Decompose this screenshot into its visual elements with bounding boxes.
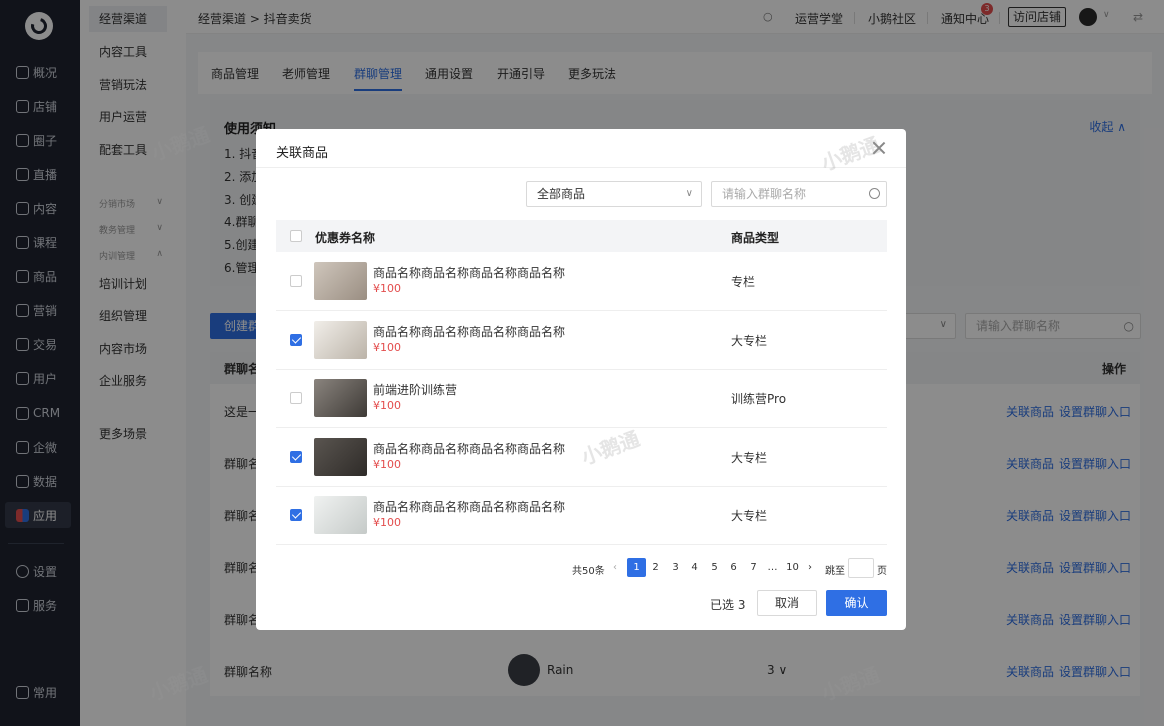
row-checkbox[interactable] [290, 451, 302, 463]
goods-name: 前端进阶训练营 [373, 383, 458, 397]
goods-filter-select[interactable]: 全部商品 ∨ [526, 181, 702, 207]
pagination: 共50条 ‹ 1 2 3 4 5 6 7 … 10 › 跳至 页 [572, 558, 892, 578]
select-all-checkbox[interactable] [290, 230, 302, 242]
row-checkbox[interactable] [290, 334, 302, 346]
page-5[interactable]: 5 [705, 558, 724, 577]
column-coupon-name: 优惠券名称 [315, 231, 376, 245]
table-row: 前端进阶训练营 ¥100 训练营Pro [276, 369, 887, 428]
column-goods-type: 商品类型 [731, 231, 780, 245]
goods-type: 专栏 [731, 275, 756, 289]
jump-page-input[interactable] [848, 558, 874, 578]
goods-thumbnail [314, 438, 367, 476]
goods-name: 商品名称商品名称商品名称商品名称 [373, 325, 566, 339]
goods-price: ¥100 [373, 341, 401, 354]
page-2[interactable]: 2 [646, 558, 665, 577]
goods-price: ¥100 [373, 282, 401, 295]
row-checkbox[interactable] [290, 392, 302, 404]
selected-count: 已选 3 [710, 598, 746, 612]
goods-thumbnail [314, 379, 367, 417]
goods-type: 训练营Pro [731, 392, 787, 406]
page-6[interactable]: 6 [724, 558, 743, 577]
total-count: 共50条 [572, 566, 605, 577]
page-3[interactable]: 3 [666, 558, 685, 577]
prev-page-icon[interactable]: ‹ [613, 562, 617, 573]
table-row: 商品名称商品名称商品名称商品名称 ¥100 专栏 [276, 252, 887, 311]
row-checkbox[interactable] [290, 275, 302, 287]
link-goods-modal: 关联商品 全部商品 ∨ 请输入群聊名称 优惠券名称 商品类型 商品名称商品名称商品… [256, 129, 906, 630]
modal-search-input[interactable]: 请输入群聊名称 [711, 181, 887, 207]
goods-name: 商品名称商品名称商品名称商品名称 [373, 500, 566, 514]
modal-title: 关联商品 [276, 146, 329, 161]
goods-type: 大专栏 [731, 509, 768, 523]
page-4[interactable]: 4 [685, 558, 704, 577]
goods-name: 商品名称商品名称商品名称商品名称 [373, 266, 566, 280]
cancel-button[interactable]: 取消 [757, 590, 817, 616]
search-icon [869, 188, 880, 199]
goods-price: ¥100 [373, 399, 401, 412]
table-row: 商品名称商品名称商品名称商品名称 ¥100 大专栏 [276, 486, 887, 545]
confirm-button[interactable]: 确认 [826, 590, 887, 616]
table-row: 商品名称商品名称商品名称商品名称 ¥100 大专栏 [276, 311, 887, 370]
goods-thumbnail [314, 321, 367, 359]
goods-name: 商品名称商品名称商品名称商品名称 [373, 442, 566, 456]
modal-table-header: 优惠券名称 商品类型 [276, 220, 887, 252]
goods-type: 大专栏 [731, 451, 768, 465]
page-unit: 页 [877, 566, 887, 577]
goods-type: 大专栏 [731, 334, 768, 348]
divider [256, 167, 906, 168]
next-page-icon[interactable]: › [808, 562, 812, 573]
goods-price: ¥100 [373, 458, 401, 471]
goods-thumbnail [314, 496, 367, 534]
row-checkbox[interactable] [290, 509, 302, 521]
page-1[interactable]: 1 [627, 558, 646, 577]
goods-price: ¥100 [373, 516, 401, 529]
page-10[interactable]: 10 [783, 558, 802, 577]
chevron-down-icon: ∨ [685, 188, 693, 199]
page-7[interactable]: 7 [744, 558, 763, 577]
goods-thumbnail [314, 262, 367, 300]
page-ellipsis[interactable]: … [763, 558, 782, 577]
jump-label: 跳至 [825, 566, 845, 577]
